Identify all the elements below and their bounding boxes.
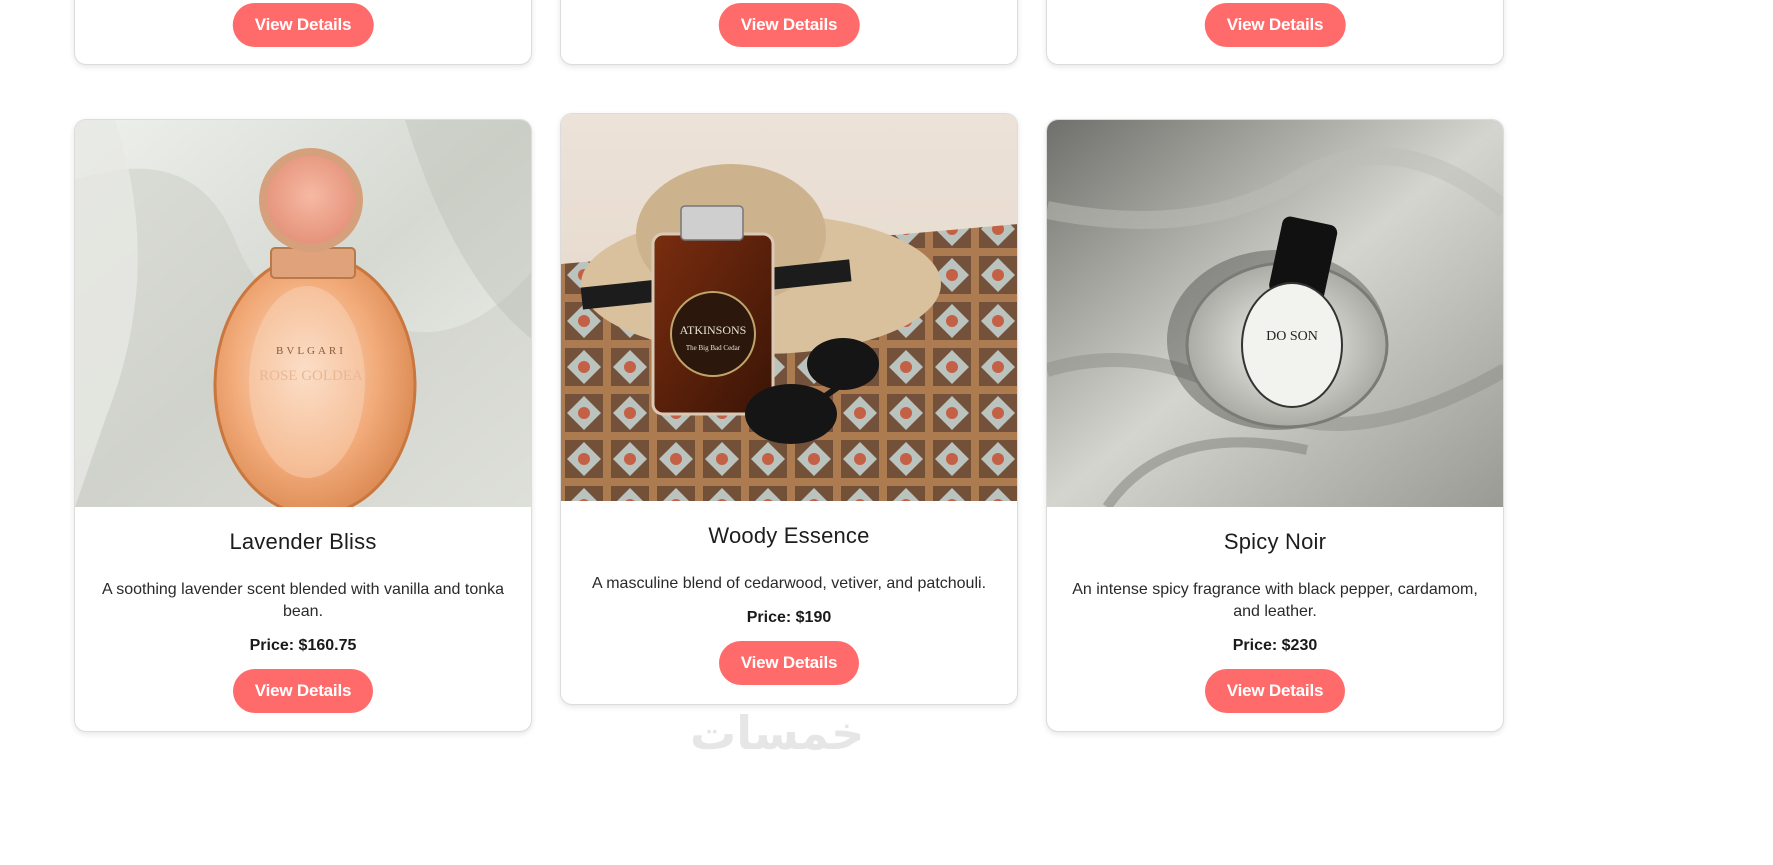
view-details-button[interactable]: View Details xyxy=(1204,669,1346,713)
product-image[interactable]: BVLGARI ROSE GOLDEA xyxy=(75,120,531,507)
product-price: Price: $160.75 xyxy=(249,637,357,654)
product-card-spicy-noir: DO SON Spicy Noir An intense spicy fragr… xyxy=(1046,119,1504,732)
product-title: Woody Essence xyxy=(708,523,870,548)
product-description: A soothing lavender scent blended with v… xyxy=(101,581,505,620)
bottle-brand-text: DO SON xyxy=(1266,329,1318,344)
product-card-woody-essence: ATKINSONS The Big Bad Cedar Woody Essenc… xyxy=(560,113,1018,705)
product-title: Spicy Noir xyxy=(1223,529,1327,554)
view-details-button[interactable]: View Details xyxy=(718,641,860,685)
perfume-bottle-image: ATKINSONS The Big Bad Cedar xyxy=(561,114,1017,501)
product-image[interactable]: ATKINSONS The Big Bad Cedar xyxy=(561,114,1017,501)
perfume-bottle-image: BVLGARI ROSE GOLDEA xyxy=(75,120,531,507)
bottle-brand-text: ATKINSONS xyxy=(680,323,747,337)
bottle-brand-text: BVLGARI xyxy=(276,345,346,357)
view-details-button[interactable]: View Details xyxy=(232,669,374,713)
view-details-button[interactable]: View Details xyxy=(718,3,860,47)
perfume-bottle-image: DO SON xyxy=(1047,120,1503,507)
product-image[interactable]: DO SON xyxy=(1047,120,1503,507)
product-card-lavender-bliss: BVLGARI ROSE GOLDEA Lavender Bliss A soo… xyxy=(74,119,532,732)
view-details-button[interactable]: View Details xyxy=(1204,3,1346,47)
view-details-button[interactable]: View Details xyxy=(232,3,374,47)
product-description: An intense spicy fragrance with black pe… xyxy=(1072,581,1478,620)
watermark-logo: خمسات xyxy=(690,706,865,760)
product-card-top-3: View Details xyxy=(1046,0,1504,65)
bottle-label-text: ROSE GOLDEA xyxy=(259,368,363,384)
product-title: Lavender Bliss xyxy=(229,529,377,554)
product-card-top-1: View Details xyxy=(74,0,532,65)
bottle-label-text: The Big Bad Cedar xyxy=(686,344,741,352)
product-price: Price: $190 xyxy=(746,609,832,626)
product-price: Price: $230 xyxy=(1232,637,1318,654)
product-card-top-2: View Details xyxy=(560,0,1018,65)
product-grid-page: View Details View Details View Details B… xyxy=(0,0,1773,865)
product-description: A masculine blend of cedarwood, vetiver,… xyxy=(591,575,987,592)
